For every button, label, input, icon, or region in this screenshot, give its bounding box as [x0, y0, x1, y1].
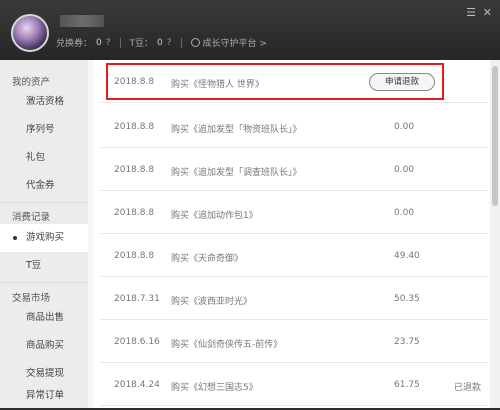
sidebar-item-voucher[interactable]: 代金券 [0, 172, 88, 200]
record-amount: 23.75 [394, 337, 420, 347]
tbean-help-icon[interactable]: ? [167, 38, 172, 48]
record-desc: 购买《天命奇御》 [171, 254, 244, 264]
scrollbar-thumb[interactable] [492, 66, 498, 206]
record-amount: 0.00 [394, 122, 415, 132]
sidebar-divider [0, 202, 88, 203]
table-row: 2018.8.8 购买《追加动作包1》 0.00 [100, 191, 488, 234]
sidebar-item-serial[interactable]: 序列号 [0, 116, 88, 144]
stats-divider [119, 37, 121, 48]
username-blurred [60, 15, 104, 27]
record-date: 2018.6.16 [114, 337, 160, 347]
record-desc: 购买《幻想三国志5》 [171, 383, 258, 393]
refund-button[interactable]: 申请退款 [369, 73, 435, 91]
sidebar-divider [0, 282, 88, 283]
growth-link[interactable]: 成长守护平台 > [190, 36, 267, 49]
sidebar-group-assets: 我的资产 [12, 77, 51, 88]
stats-divider-2 [180, 37, 182, 48]
sidebar: 我的资产 激活资格 序列号 礼包 代金券 消费记录 游戏购买 T豆 交易市场 商… [0, 60, 88, 408]
table-row: 2018.4.24 购买《幻想三国志5》 61.75 已退款 [100, 363, 488, 406]
menu-icon[interactable]: ☰ [466, 6, 476, 19]
record-desc: 购买《追加发型「调查班队长」》 [171, 168, 302, 178]
record-date: 2018.8.8 [114, 122, 155, 132]
close-icon[interactable]: ✕ [483, 6, 492, 19]
record-date: 2018.4.24 [114, 380, 160, 390]
sidebar-item-abnormal-order[interactable]: 异常订单 [0, 382, 88, 410]
growth-link-label: 成长守护平台 > [202, 39, 267, 49]
tbean-value: 0 [157, 37, 163, 48]
table-row: 2018.8.8 购买《天命奇御》 49.40 [100, 234, 488, 277]
table-row: 2018.8.8 购买《怪物猎人 世界》 申请退款 [100, 60, 488, 103]
sidebar-item-activation[interactable]: 激活资格 [0, 88, 88, 116]
record-amount: 0.00 [394, 208, 415, 218]
sidebar-item-tbean[interactable]: T豆 [0, 252, 88, 280]
record-amount: 0.00 [394, 165, 415, 175]
record-desc: 购买《追加动作包1》 [171, 211, 258, 221]
exchange-label: 兑换券： [56, 39, 93, 49]
record-desc: 购买《波西亚时光》 [171, 297, 253, 307]
purchase-record-list: 2018.8.8 购买《怪物猎人 世界》 申请退款 2018.8.8 购买《追加… [94, 60, 490, 408]
table-row: 2018.6.16 购买《仙剑奇侠传五-前传》 23.75 [100, 320, 488, 363]
record-amount: 50.35 [394, 294, 420, 304]
table-row: 2018.7.31 购买《波西亚时光》 50.35 [100, 277, 488, 320]
record-status: 已退款 [454, 383, 482, 393]
sidebar-item-buy[interactable]: 商品购买 [0, 332, 88, 360]
exchange-help-icon[interactable]: ? [106, 38, 111, 48]
record-amount: 49.40 [394, 251, 420, 261]
table-row: 2018.8.8 购买《追加发型「调查班队长」》 0.00 [100, 148, 488, 191]
record-date: 2018.8.8 [114, 77, 155, 87]
sidebar-group-market: 交易市场 [12, 293, 51, 304]
tbean-label: T豆： [129, 39, 154, 49]
sidebar-item-game-purchase[interactable]: 游戏购买 [0, 224, 88, 252]
sidebar-item-gift[interactable]: 礼包 [0, 144, 88, 172]
shield-icon [190, 38, 200, 47]
exchange-value: 0 [96, 37, 102, 48]
record-date: 2018.7.31 [114, 294, 160, 304]
record-amount: 61.75 [394, 380, 420, 390]
record-date: 2018.8.8 [114, 208, 155, 218]
record-date: 2018.8.8 [114, 251, 155, 261]
sidebar-group-consumption: 消费记录 [12, 212, 51, 223]
account-stats: 兑换券： 0 ? T豆： 0 ? 成长守护平台 > [56, 36, 267, 49]
scrollbar[interactable] [490, 60, 500, 408]
avatar[interactable] [11, 14, 49, 52]
title-bar: 兑换券： 0 ? T豆： 0 ? 成长守护平台 > ☰ ✕ [0, 0, 500, 60]
record-desc: 购买《怪物猎人 世界》 [171, 80, 264, 90]
record-date: 2018.8.8 [114, 165, 155, 175]
table-row: 2018.8.8 购买《追加发型「物资班队长」》 0.00 [100, 105, 488, 148]
sidebar-item-sell[interactable]: 商品出售 [0, 304, 88, 332]
record-desc: 购买《追加发型「物资班队长」》 [171, 125, 302, 135]
record-desc: 购买《仙剑奇侠传五-前传》 [171, 340, 283, 350]
